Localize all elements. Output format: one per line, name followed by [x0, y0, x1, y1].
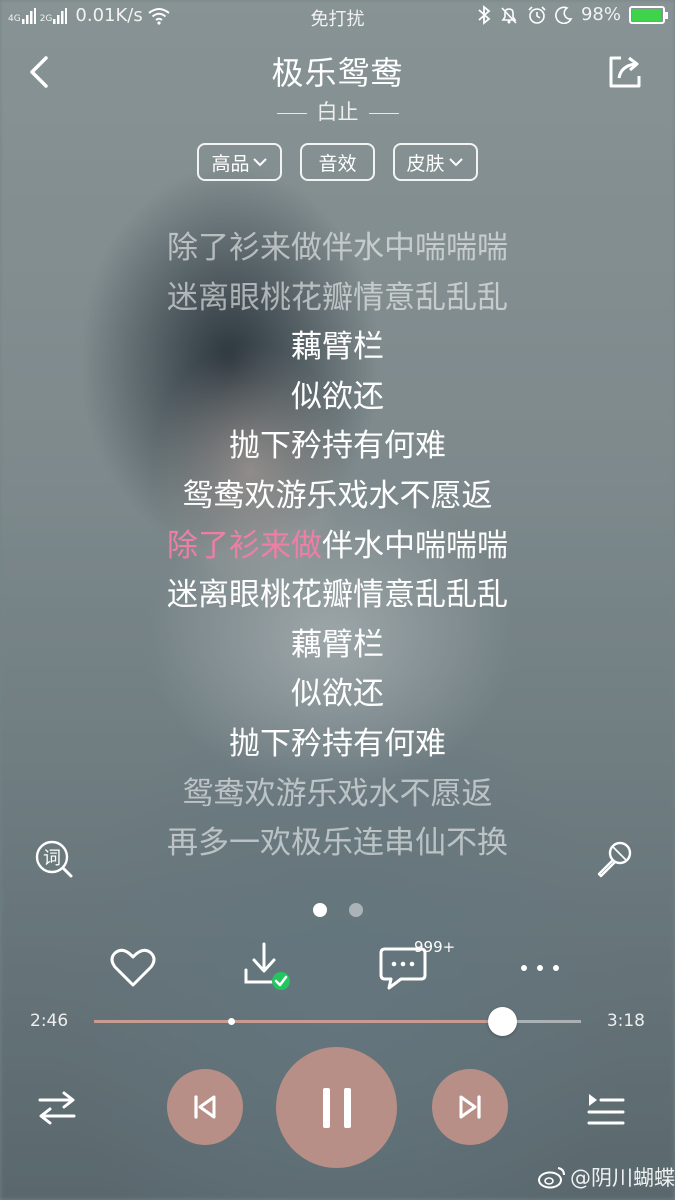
battery-icon [629, 5, 668, 24]
seek-bar-played [94, 1020, 503, 1023]
total-time: 3:18 [606, 1011, 645, 1031]
lyric-line: 似欲还 [291, 378, 384, 415]
skip-previous-icon [194, 1095, 216, 1119]
current-lyric-sung: 除了衫来做 [167, 527, 322, 564]
seek-bar[interactable] [94, 1007, 581, 1036]
karaoke-button[interactable] [593, 839, 635, 881]
pause-button[interactable] [276, 1047, 397, 1168]
skin-chip[interactable]: 皮肤 [392, 143, 478, 181]
skip-next-icon [459, 1095, 481, 1119]
lyric-line: 抛下矜持有何难 [229, 725, 446, 762]
seek-bar-thumb[interactable] [487, 1007, 517, 1036]
lyric-line: 藕臂栏 [291, 626, 384, 663]
lyric-search-icon: 词 [35, 840, 73, 878]
next-button[interactable] [432, 1069, 508, 1145]
battery-fill [632, 8, 662, 21]
sound-effect-label: 音效 [318, 152, 357, 175]
lyric-mode-button[interactable]: 词 [34, 839, 74, 879]
weibo-logo-icon [538, 1167, 565, 1189]
artist-dash-left [276, 112, 307, 114]
playlist-button[interactable] [583, 1085, 629, 1131]
previous-button[interactable] [167, 1069, 243, 1145]
lyric-line: 再多一欢极乐连串仙不换 [167, 825, 508, 862]
chevron-down-icon [253, 158, 268, 167]
lyric-mode-label: 词 [43, 848, 61, 869]
watermark: @阴川蝴蝶 [538, 1162, 675, 1192]
lyric-line: 鸳鸯欢游乐戏水不愿返 [182, 477, 493, 514]
watermark-text: @阴川蝴蝶 [570, 1166, 675, 1190]
share-icon [609, 56, 641, 88]
action-row [0, 940, 675, 996]
comment-count-badge: 999+ [414, 938, 456, 956]
more-icon [521, 965, 559, 971]
artist-line: 白止 [0, 96, 675, 126]
share-button[interactable] [605, 52, 645, 92]
playlist-icon [587, 1094, 625, 1125]
download-icon [244, 942, 290, 990]
lyric-line: 迷离眼桃花瓣情意乱乱乱 [167, 279, 508, 316]
page-dot[interactable] [348, 903, 363, 917]
player-options: 高品 音效 皮肤 [0, 143, 675, 181]
like-button[interactable] [107, 942, 159, 994]
artist-name[interactable]: 白止 [317, 100, 359, 124]
lyric-line: 抛下矜持有何难 [229, 428, 446, 465]
current-lyric-line: 除了衫来做伴水中喘喘喘 [0, 522, 675, 572]
quality-label: 高品 [211, 152, 250, 175]
quality-chip[interactable]: 高品 [197, 143, 283, 181]
lyrics-panel[interactable]: 除了衫来做伴水中喘喘喘 迷离眼桃花瓣情意乱乱乱 藕臂栏 似欲还 抛下矜持有何难 … [0, 224, 675, 869]
lyric-line: 藕臂栏 [291, 329, 384, 366]
playback-controls [0, 1045, 675, 1170]
song-title: 极乐鸳鸯 [271, 54, 404, 92]
pause-icon [322, 1087, 351, 1128]
moon-icon [555, 6, 573, 24]
download-button[interactable] [240, 940, 292, 992]
shuffle-order-icon [38, 1091, 76, 1125]
muted-bell-icon [501, 6, 517, 24]
heart-icon [110, 948, 156, 987]
current-time: 2:46 [30, 1011, 69, 1031]
alarm-icon [528, 5, 546, 24]
play-mode-button[interactable] [34, 1085, 80, 1131]
lyric-line: 除了衫来做伴水中喘喘喘 [167, 230, 508, 266]
playback-progress: 2:46 3:18 [0, 1007, 675, 1036]
lyric-line: 似欲还 [291, 676, 384, 713]
artist-dash-right [368, 112, 399, 114]
page-indicator [0, 903, 675, 917]
microphone-icon [597, 841, 632, 878]
seek-bar-marker [228, 1017, 236, 1025]
current-lyric-rest: 伴水中喘喘喘 [322, 527, 508, 564]
page-dot-active[interactable] [312, 903, 327, 917]
skin-label: 皮肤 [406, 152, 445, 175]
bluetooth-icon [478, 4, 491, 25]
status-icons: 98% [477, 4, 668, 25]
lyric-line: 迷离眼桃花瓣情意乱乱乱 [167, 577, 508, 614]
more-button[interactable] [514, 942, 566, 994]
status-bar: 4G 2G 0.01K/s 免打扰 98% [0, 0, 675, 34]
battery-percent: 98% [580, 4, 621, 25]
chevron-down-icon [448, 158, 463, 167]
lyric-line: 鸳鸯欢游乐戏水不愿返 [182, 775, 493, 812]
sound-effect-chip[interactable]: 音效 [300, 143, 375, 181]
